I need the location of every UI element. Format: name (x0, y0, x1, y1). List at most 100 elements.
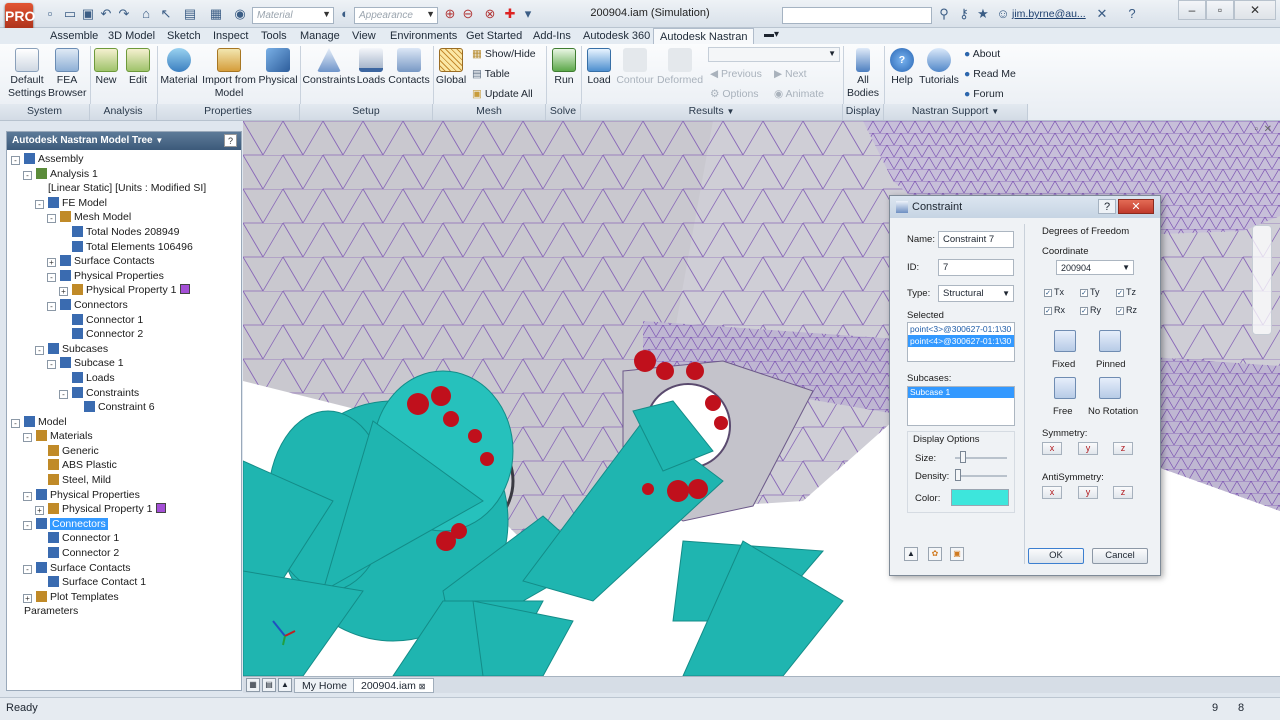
animate-button[interactable]: ◉ Animate (774, 87, 824, 101)
tree-item[interactable]: - FE Model (11, 196, 239, 211)
list-item[interactable]: point<3>@300627-01:1\30 (908, 323, 1014, 335)
loads-button[interactable]: Loads (355, 48, 387, 102)
tree-item[interactable]: Parameters (11, 604, 239, 619)
print-icon[interactable]: ▤ (182, 6, 198, 22)
dof-checkbox[interactable]: ✓ Tx (1044, 287, 1064, 297)
home-icon[interactable]: ⌂ (138, 6, 154, 22)
tree-item[interactable]: - Physical Properties (11, 269, 239, 284)
collapse-icon[interactable]: - (47, 214, 56, 224)
tab-document[interactable]: 200904.iam ⊠ (353, 678, 434, 693)
material-button[interactable]: Material (159, 48, 199, 102)
tree-help-icon[interactable]: ? (224, 134, 237, 147)
tree-item[interactable]: - Materials (11, 429, 239, 444)
collapse-icon[interactable]: - (47, 272, 56, 282)
show-hide-button[interactable]: ▦ Show/Hide (472, 47, 536, 61)
tree-item[interactable]: - Connectors (11, 517, 239, 532)
tree-item[interactable]: - Physical Properties (11, 488, 239, 503)
options-button[interactable]: ⚙ Options (710, 87, 759, 101)
dof-checkbox[interactable]: ✓ Tz (1116, 287, 1136, 297)
material-combo[interactable]: Material ▼ (252, 7, 334, 24)
tree-item[interactable]: Connector 2 (11, 327, 239, 342)
about-button[interactable]: ● About (964, 47, 1000, 61)
collapse-icon[interactable]: - (23, 170, 32, 180)
properties-icon[interactable]: ▦ (208, 6, 224, 22)
tree-item[interactable]: - Subcases (11, 342, 239, 357)
previous-button[interactable]: ◀ Previous (710, 67, 762, 81)
tree-item[interactable]: Total Elements 106496 (11, 240, 239, 255)
measure-icon[interactable]: ⊗ (482, 6, 498, 22)
import-from-model-button[interactable]: Import from Model (200, 48, 258, 102)
tab-manage[interactable]: Manage (300, 28, 340, 44)
deformed-button[interactable]: Deformed (656, 48, 704, 102)
user-name[interactable]: jim.byrne@au... (1012, 8, 1086, 20)
tree-item[interactable]: - Surface Contacts (11, 561, 239, 576)
viewport-close-icon[interactable]: ✕ (1264, 124, 1272, 135)
binoculars-icon[interactable]: ⚲ (936, 6, 952, 22)
dof-checkbox[interactable]: ✓ Rz (1116, 305, 1137, 315)
close-button[interactable]: ✕ (1234, 0, 1276, 20)
user-icon[interactable]: ☺ (995, 6, 1011, 22)
collapse-icon[interactable]: - (11, 418, 20, 428)
group-nastran-support[interactable]: Nastran Support ▼ (884, 104, 1028, 120)
constraints-button[interactable]: Constraints (302, 48, 356, 102)
tree-item[interactable]: Constraint 6 (11, 400, 239, 415)
maximize-button[interactable]: ▫ (1206, 0, 1234, 20)
collapse-icon[interactable]: - (47, 301, 56, 311)
tab-my-home[interactable]: My Home (294, 678, 355, 693)
up-icon[interactable]: ▲ (904, 547, 918, 561)
navigation-bar[interactable] (1252, 225, 1272, 335)
tile-icon[interactable]: ▦ (246, 678, 260, 692)
tree-item[interactable]: - Connectors (11, 298, 239, 313)
tutorials-button[interactable]: Tutorials (918, 48, 960, 102)
read-me-button[interactable]: ● Read Me (964, 67, 1016, 81)
list-item-selected[interactable]: point<4>@300627-01:1\30 (908, 335, 1014, 347)
tab-add-ins[interactable]: Add-Ins (533, 28, 571, 44)
tree-item[interactable]: - Constraints (11, 386, 239, 401)
cancel-button[interactable]: Cancel (1092, 548, 1148, 564)
forum-button[interactable]: ● Forum (964, 87, 1004, 101)
key-icon[interactable]: ⚷ (956, 6, 972, 22)
open-icon[interactable]: ▭ (62, 6, 78, 22)
dialog-close-button[interactable]: ✕ (1118, 199, 1154, 214)
model-tree-header[interactable]: Autodesk Nastran Model Tree ▼ (7, 132, 241, 150)
tree-item[interactable]: Loads (11, 371, 239, 386)
tab-get-started[interactable]: Get Started (466, 28, 522, 44)
list-item-selected[interactable]: Subcase 1 (908, 387, 1014, 398)
dialog-help-button[interactable]: ? (1098, 199, 1116, 214)
dof-checkbox[interactable]: ✓ Rx (1044, 305, 1065, 315)
free-button[interactable] (1054, 377, 1076, 399)
antisymmetry-x-button[interactable]: x (1042, 486, 1062, 499)
panel-toggle-icon[interactable]: ▬▾ (764, 29, 779, 40)
tree-item[interactable]: + Surface Contacts (11, 254, 239, 269)
antisymmetry-y-button[interactable]: y (1078, 486, 1098, 499)
run-button[interactable]: Run (550, 48, 578, 102)
tree-item[interactable]: ABS Plastic (11, 458, 239, 473)
size-slider-thumb[interactable] (959, 451, 966, 463)
help-icon[interactable]: ? (1124, 6, 1140, 22)
tab-3d-model[interactable]: 3D Model (108, 28, 155, 44)
tab-tools[interactable]: Tools (261, 28, 287, 44)
tree-item[interactable]: + Plot Templates (11, 590, 239, 605)
zoom-in-icon[interactable]: ⊕ (442, 6, 458, 22)
new-analysis-button[interactable]: New (92, 48, 120, 102)
contour-button[interactable]: Contour (614, 48, 656, 102)
collapse-icon[interactable]: - (59, 389, 68, 399)
global-mesh-button[interactable]: Global (435, 48, 467, 102)
pinned-button[interactable] (1099, 330, 1121, 352)
tab-menu-icon[interactable]: ▲ (278, 678, 292, 692)
next-button[interactable]: ▶ Next (774, 67, 807, 81)
symmetry-y-button[interactable]: y (1078, 442, 1098, 455)
collapse-icon[interactable]: - (35, 345, 44, 355)
application-menu-button[interactable]: PRO (5, 3, 35, 31)
update-all-button[interactable]: ▣ Update All (472, 87, 533, 101)
exchange-icon[interactable]: ✕ (1094, 6, 1110, 22)
tree-item[interactable]: Steel, Mild (11, 473, 239, 488)
help-search-input[interactable] (782, 7, 932, 24)
minimize-button[interactable]: – (1178, 0, 1206, 20)
palette-icon[interactable]: ✿ (928, 547, 942, 561)
star-icon[interactable]: ★ (975, 6, 991, 22)
help-button[interactable]: ? Help (888, 48, 916, 102)
tree-item[interactable]: + Physical Property 1 (11, 283, 239, 298)
group-results[interactable]: Results ▼ (581, 104, 843, 120)
expand-icon[interactable]: + (35, 506, 44, 516)
